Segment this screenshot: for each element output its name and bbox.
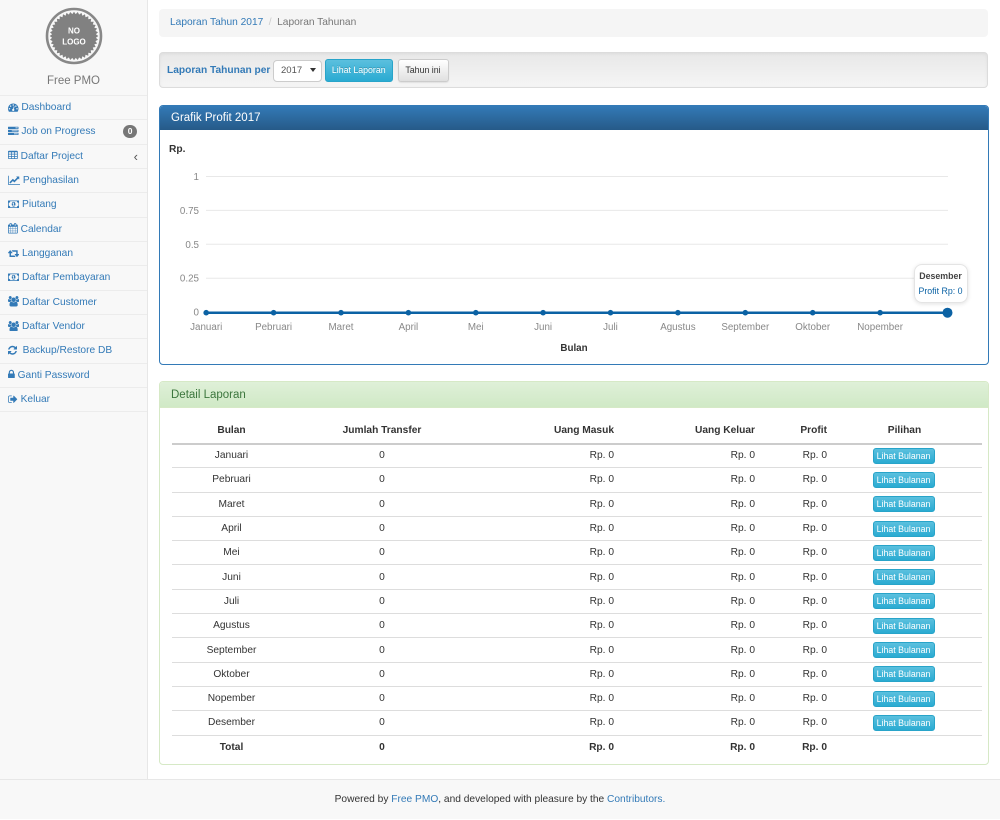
svg-text:0.25: 0.25	[180, 274, 200, 285]
svg-text:Nopember: Nopember	[857, 322, 903, 333]
svg-text:NO: NO	[68, 27, 80, 36]
svg-text:Agustus: Agustus	[660, 322, 696, 333]
svg-text:Maret: Maret	[328, 322, 353, 333]
svg-text:LOGO: LOGO	[62, 38, 86, 47]
svg-text:Bulan: Bulan	[560, 343, 587, 354]
svg-text:Januari: Januari	[190, 322, 222, 333]
svg-text:0.5: 0.5	[185, 240, 199, 251]
svg-text:September: September	[721, 322, 770, 333]
svg-text:1: 1	[194, 172, 199, 183]
svg-text:Juni: Juni	[534, 322, 552, 333]
svg-text:Oktober: Oktober	[795, 322, 831, 333]
svg-text:Mei: Mei	[468, 322, 484, 333]
svg-text:0: 0	[194, 308, 200, 319]
svg-text:Juli: Juli	[603, 322, 618, 333]
svg-text:0.75: 0.75	[180, 206, 200, 217]
svg-text:Pebruari: Pebruari	[255, 322, 292, 333]
svg-text:April: April	[399, 322, 419, 333]
